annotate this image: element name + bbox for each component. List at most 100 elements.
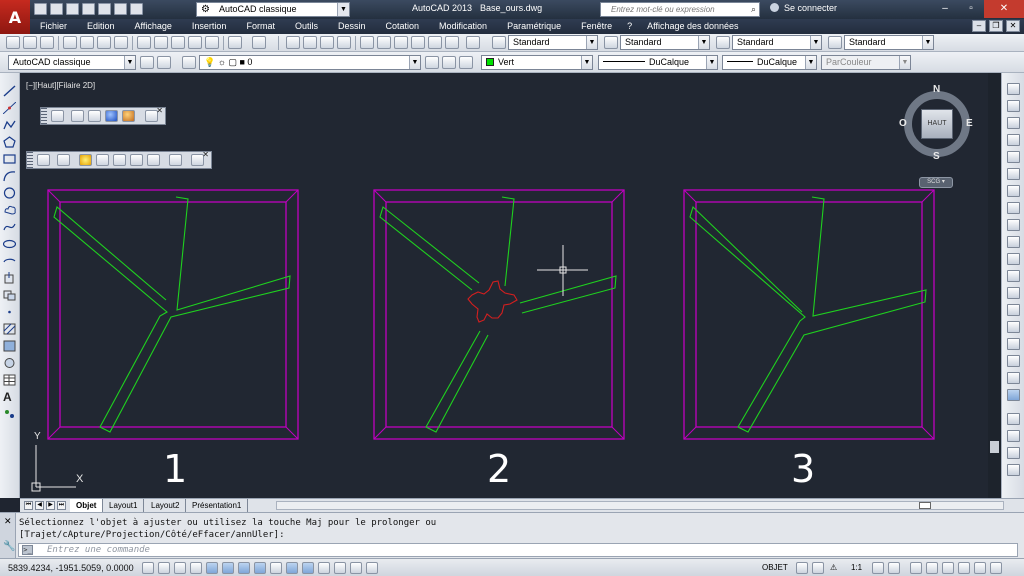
polar-tracking-icon[interactable] xyxy=(206,562,218,574)
drawing-canvas[interactable]: [−][Haut][Filaire 2D] Y X 1 2 3 ✕ ✕ HAUT… xyxy=(20,73,1001,498)
sign-in-link[interactable]: Se connecter xyxy=(770,3,837,13)
menu-fichier[interactable]: Fichier xyxy=(30,19,77,34)
text-style-select[interactable]: Standard ▼ xyxy=(508,35,598,50)
layer-manager-icon[interactable] xyxy=(182,56,196,69)
search-icon[interactable]: ⌕ xyxy=(751,3,756,16)
add-selected-icon[interactable] xyxy=(3,408,16,420)
pan-icon[interactable] xyxy=(286,36,300,49)
compass-south[interactable]: S xyxy=(933,151,940,162)
application-status-menu-icon[interactable] xyxy=(974,562,986,574)
materials-icon[interactable] xyxy=(113,154,126,166)
linetype-select[interactable]: DuCalque ▼ xyxy=(598,55,718,70)
viewcube[interactable]: HAUT N S E O xyxy=(899,84,974,162)
render-floating-toolbar[interactable]: ✕ xyxy=(26,150,212,169)
horizontal-scrollbar[interactable] xyxy=(276,501,1004,510)
wireframe-style-icon[interactable] xyxy=(88,110,101,122)
drawing-close-button[interactable]: ✕ xyxy=(1006,20,1020,32)
mleader-style-icon[interactable] xyxy=(828,36,842,49)
layer-states-icon[interactable] xyxy=(459,56,473,69)
mleader-style-select[interactable]: Standard ▼ xyxy=(844,35,934,50)
maximize-button[interactable]: ▫ xyxy=(958,0,984,18)
toolbar-grip[interactable] xyxy=(27,152,33,168)
menu-format[interactable]: Format xyxy=(236,19,285,34)
break-at-point-icon[interactable] xyxy=(1007,270,1020,282)
lights-icon[interactable] xyxy=(96,154,109,166)
help-search-input[interactable]: Entrez mot-clé ou expression ⌕ xyxy=(600,2,760,17)
draw-order-icon[interactable] xyxy=(1007,389,1020,401)
customize-icon[interactable] xyxy=(157,56,171,69)
fillet-icon[interactable] xyxy=(1007,338,1020,350)
3d-object-snap-icon[interactable] xyxy=(238,562,250,574)
dim-style-icon[interactable] xyxy=(604,36,618,49)
copy-object-icon[interactable] xyxy=(1007,100,1020,112)
menu-modification[interactable]: Modification xyxy=(429,19,497,34)
close-icon[interactable]: ✕ xyxy=(202,150,209,159)
application-menu-button[interactable]: A xyxy=(0,0,30,34)
publish-icon[interactable] xyxy=(97,36,111,49)
make-current-layer-icon[interactable] xyxy=(425,56,439,69)
dynamic-input-icon[interactable] xyxy=(286,562,298,574)
insert-block-icon[interactable] xyxy=(3,272,16,284)
lock-ui-icon[interactable] xyxy=(926,562,938,574)
conceptual-style-icon[interactable] xyxy=(122,110,135,122)
print-icon[interactable] xyxy=(63,36,77,49)
paste-icon[interactable] xyxy=(171,36,185,49)
toolbar-grip[interactable] xyxy=(41,108,47,124)
zoom-window-icon[interactable] xyxy=(320,36,334,49)
line-icon[interactable] xyxy=(3,85,16,97)
table-style-select[interactable]: Standard ▼ xyxy=(732,35,822,50)
ellipse-icon[interactable] xyxy=(3,238,16,250)
scale-icon[interactable] xyxy=(1007,202,1020,214)
wrench-icon[interactable]: 🔧 xyxy=(3,541,15,552)
plot-icon[interactable] xyxy=(98,3,111,15)
vertical-scrollbar[interactable] xyxy=(988,73,1001,498)
design-center-icon[interactable] xyxy=(377,36,391,49)
extend-icon[interactable] xyxy=(1007,253,1020,265)
workspace-select[interactable]: ⚙ AutoCAD classique ▼ xyxy=(196,2,350,17)
menu-parametrique[interactable]: Paramétrique xyxy=(497,19,571,34)
coordinates-readout[interactable]: 5839.4234, -1951.5059, 0.0000 xyxy=(8,563,134,573)
snap-mode-icon[interactable] xyxy=(158,562,170,574)
ortho-mode-icon[interactable] xyxy=(190,562,202,574)
hide-icon[interactable] xyxy=(37,154,50,166)
dynamic-ucs-icon[interactable] xyxy=(270,562,282,574)
erase-icon[interactable] xyxy=(1007,83,1020,95)
menu-fenetre[interactable]: Fenêtre xyxy=(571,19,622,34)
table-icon[interactable] xyxy=(3,374,16,386)
save-as-icon[interactable] xyxy=(82,3,95,15)
horizontal-scroll-thumb[interactable] xyxy=(919,502,931,509)
hidden-style-icon[interactable] xyxy=(71,110,84,122)
menu-dessin[interactable]: Dessin xyxy=(328,19,376,34)
trim-icon[interactable] xyxy=(1007,236,1020,248)
workspace-switching-icon[interactable] xyxy=(910,562,922,574)
menu-cotation[interactable]: Cotation xyxy=(376,19,430,34)
tab-layout1[interactable]: Layout1 xyxy=(103,499,145,512)
rotate-icon[interactable] xyxy=(1007,185,1020,197)
make-block-icon[interactable] xyxy=(3,289,16,301)
hardware-acceleration-icon[interactable] xyxy=(942,562,954,574)
render-teapot-icon[interactable] xyxy=(57,154,70,166)
point-icon[interactable] xyxy=(3,306,16,318)
transparency-icon[interactable] xyxy=(318,562,330,574)
annotation-scale-icon[interactable]: ⚠ xyxy=(830,563,837,572)
command-prompt-icon[interactable]: >_ xyxy=(22,545,33,555)
dim-style-select[interactable]: Standard ▼ xyxy=(620,35,710,50)
annotation-visibility-icon[interactable] xyxy=(872,562,884,574)
object-snap-icon[interactable] xyxy=(222,562,234,574)
explode-icon[interactable] xyxy=(1007,372,1020,384)
menu-edition[interactable]: Edition xyxy=(77,19,125,34)
previous-layout-button[interactable]: ◀ xyxy=(35,501,44,510)
minimize-button[interactable]: – xyxy=(932,0,958,18)
construction-line-icon[interactable] xyxy=(3,102,16,114)
workspace-toolbar-select[interactable]: AutoCAD classique ▼ xyxy=(8,55,136,70)
join-icon[interactable] xyxy=(1007,304,1020,316)
command-line-grip[interactable]: ✕ 🔧 xyxy=(0,513,16,559)
viewcube-face-top[interactable]: HAUT xyxy=(921,109,953,139)
compass-east[interactable]: E xyxy=(966,118,973,129)
drawing-minimize-button[interactable]: – xyxy=(972,20,986,32)
undo-icon[interactable] xyxy=(114,3,127,15)
realistic-style-icon[interactable] xyxy=(105,110,118,122)
next-layout-button[interactable]: ▶ xyxy=(46,501,55,510)
2d-wireframe-icon[interactable] xyxy=(51,110,64,122)
union-icon[interactable] xyxy=(1007,413,1020,425)
